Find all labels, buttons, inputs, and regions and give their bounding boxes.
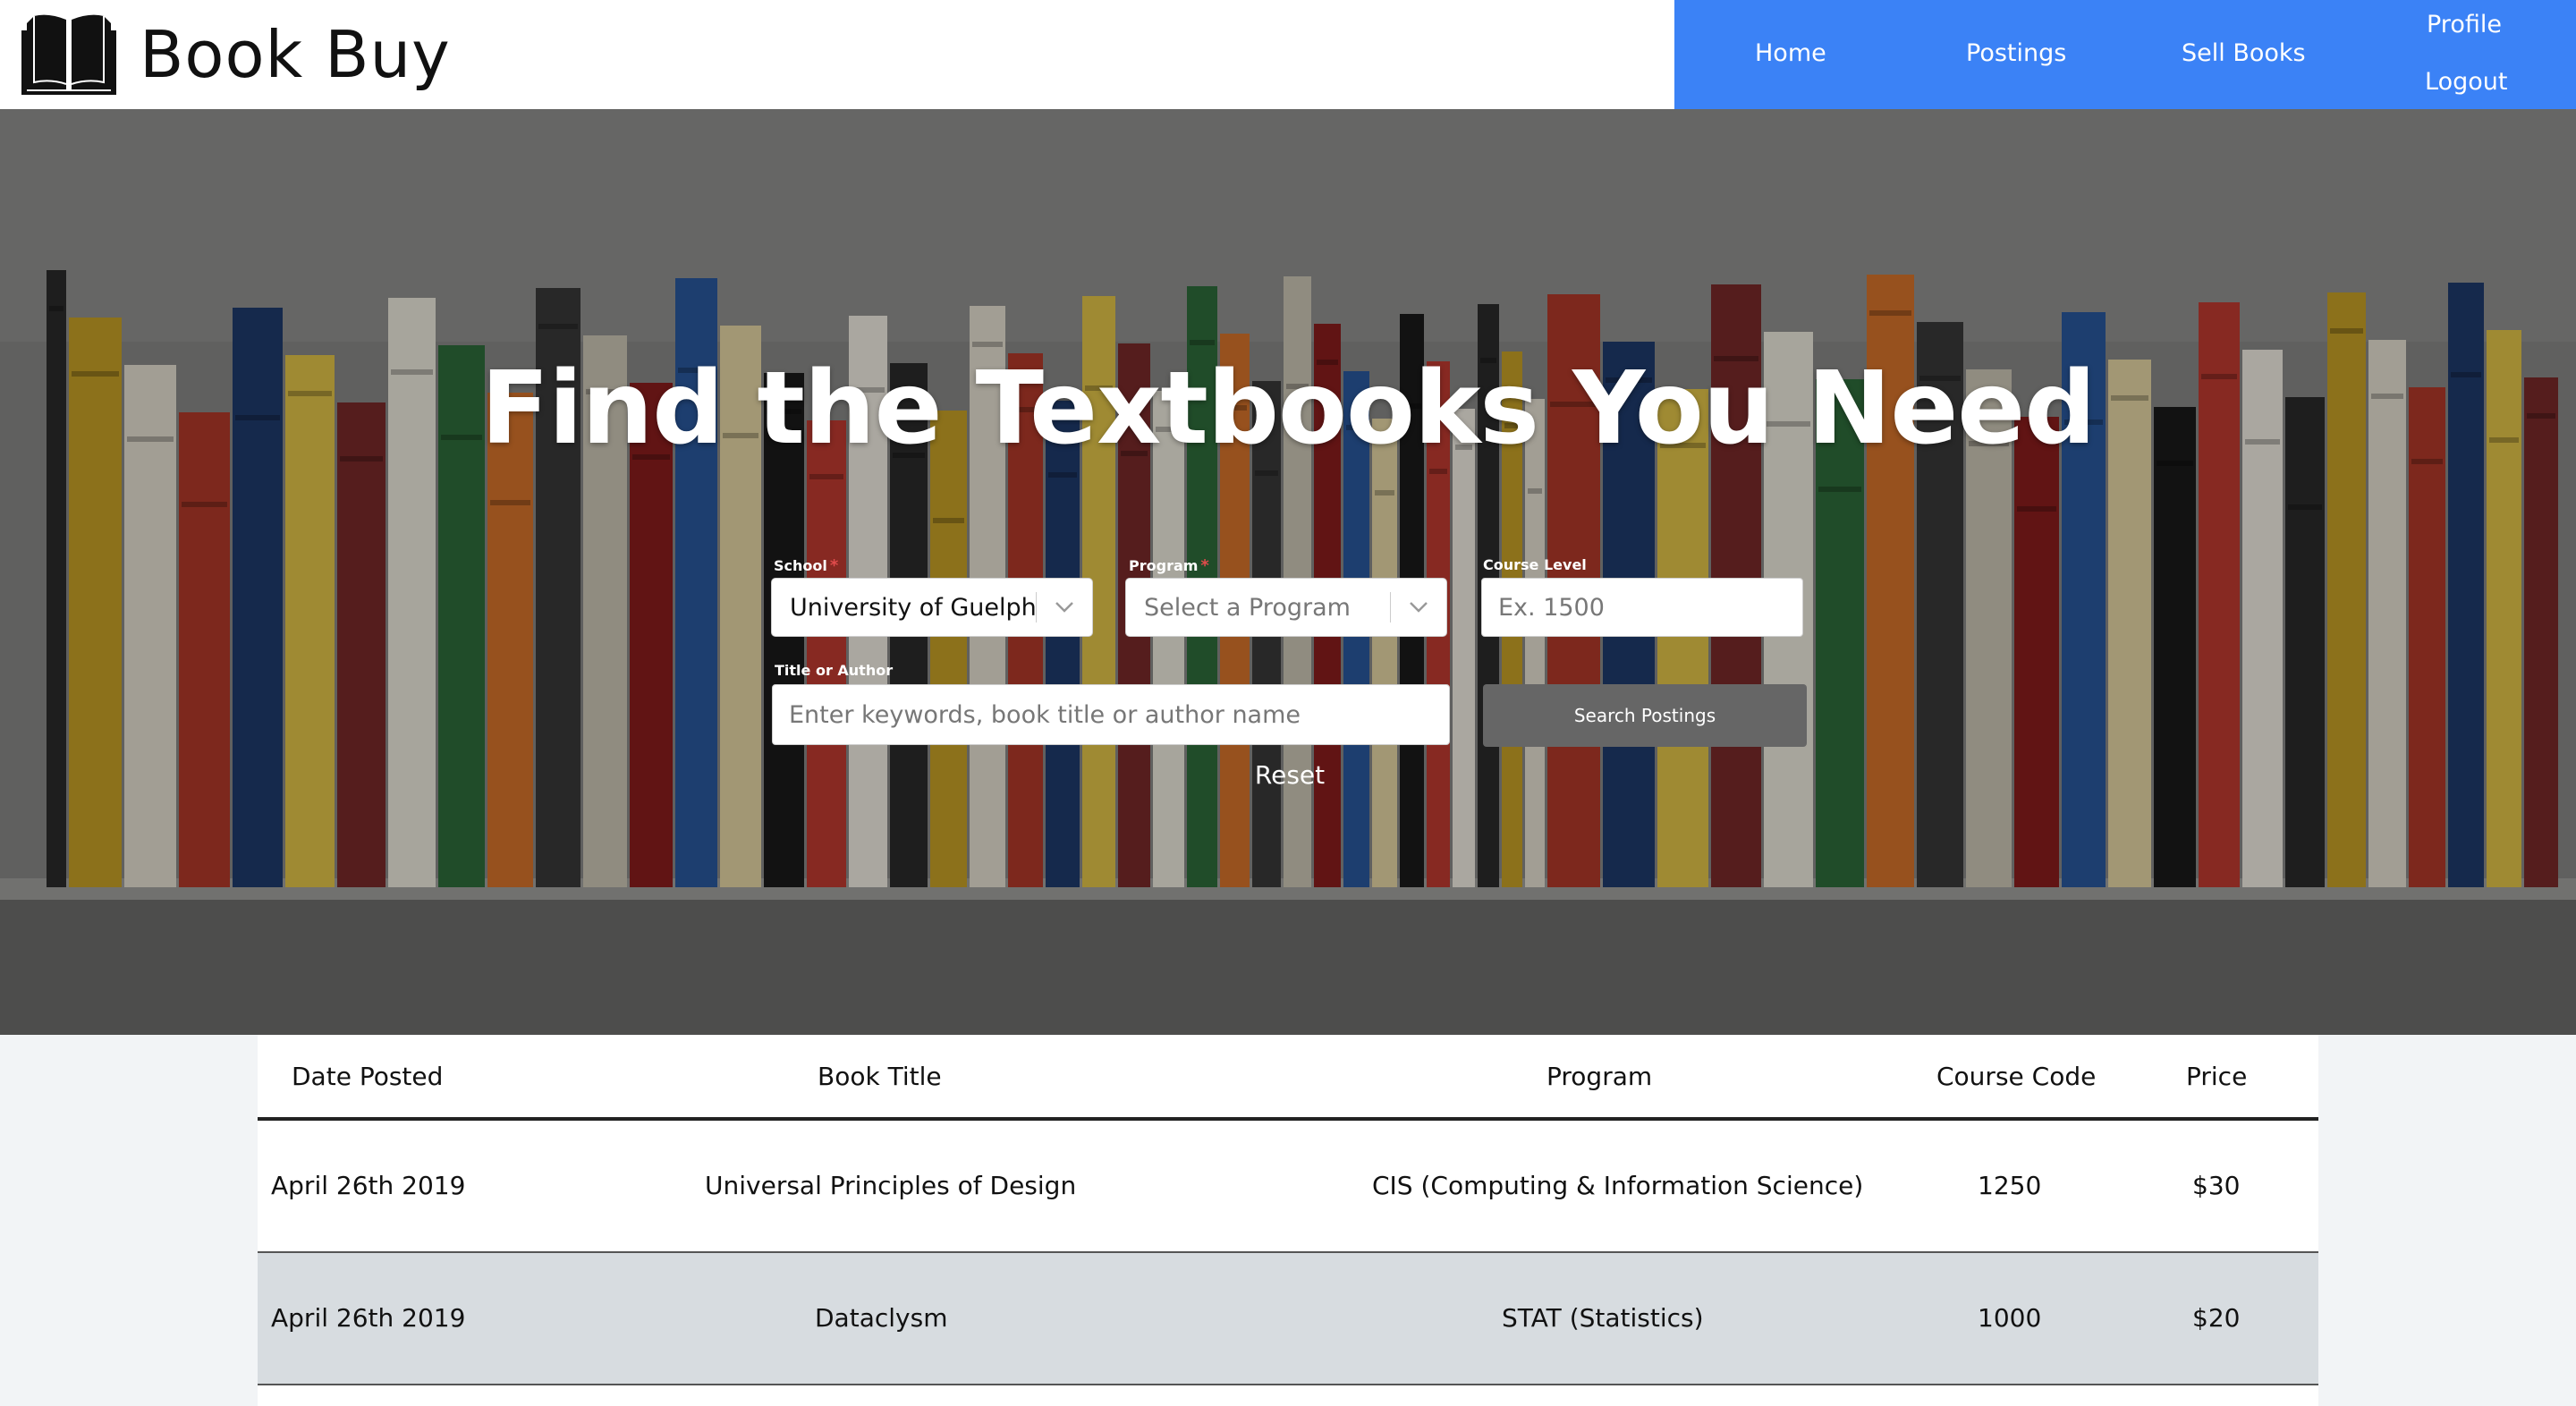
title-author-label: Title or Author xyxy=(775,662,894,679)
school-label: School * xyxy=(774,556,839,575)
cell-title: Universal Principles of Design xyxy=(705,1171,1077,1200)
nav-home-link[interactable]: Home xyxy=(1755,39,1826,67)
reset-link[interactable]: Reset xyxy=(1236,760,1343,790)
nav-logout-link[interactable]: Logout xyxy=(2425,68,2507,96)
column-header-program[interactable]: Program xyxy=(1546,1062,1652,1091)
cell-course-code: 1000 xyxy=(1978,1303,2042,1333)
cell-date: April 26th 2019 xyxy=(271,1303,466,1333)
hero-title: Find the Textbooks You Need xyxy=(480,351,2097,467)
column-header-course-code[interactable]: Course Code xyxy=(1936,1062,2096,1091)
open-book-icon xyxy=(21,11,116,99)
postings-table: Date Posted Book Title Program Course Co… xyxy=(258,1035,2318,1406)
required-marker: * xyxy=(829,556,839,575)
chevron-down-icon xyxy=(1391,601,1446,614)
cell-price: $30 xyxy=(2192,1171,2241,1200)
chevron-down-icon xyxy=(1037,601,1092,614)
title-author-input[interactable] xyxy=(772,684,1450,745)
table-header-row: Date Posted Book Title Program Course Co… xyxy=(258,1035,2318,1121)
course-level-label: Course Level xyxy=(1483,556,1587,573)
course-level-input[interactable] xyxy=(1481,578,1803,637)
cell-price: $20 xyxy=(2192,1303,2241,1333)
column-header-price[interactable]: Price xyxy=(2186,1062,2247,1091)
column-header-date[interactable]: Date Posted xyxy=(292,1062,443,1091)
table-row[interactable]: April 26th 2019 Dataclysm STAT (Statisti… xyxy=(258,1253,2318,1385)
bookshelf-background xyxy=(0,109,2576,1035)
program-select-placeholder: Select a Program xyxy=(1144,593,1351,622)
cell-title: Dataclysm xyxy=(815,1303,948,1333)
search-postings-button[interactable]: Search Postings xyxy=(1483,684,1807,747)
cell-program: STAT (Statistics) xyxy=(1502,1303,1704,1333)
nav-postings-link[interactable]: Postings xyxy=(1966,39,2066,67)
school-select[interactable]: University of Guelph xyxy=(771,578,1093,637)
school-select-value: University of Guelph xyxy=(790,593,1036,622)
main-nav: Home Postings Sell Books Profile Logout xyxy=(1674,0,2576,109)
nav-profile-link[interactable]: Profile xyxy=(2427,11,2502,38)
required-marker: * xyxy=(1200,556,1209,575)
nav-sell-books-link[interactable]: Sell Books xyxy=(2182,39,2306,67)
brand[interactable]: Book Buy xyxy=(21,11,451,98)
top-bar: Book Buy Home Postings Sell Books Profil… xyxy=(0,0,2576,109)
hero-banner: Find the Textbooks You Need School * Univ… xyxy=(0,109,2576,1035)
program-select[interactable]: Select a Program xyxy=(1125,578,1447,637)
table-row[interactable]: April 26th 2019 Universal Principles of … xyxy=(258,1121,2318,1253)
cell-program: CIS (Computing & Information Science) xyxy=(1372,1171,1864,1200)
cell-course-code: 1250 xyxy=(1978,1171,2042,1200)
cell-date: April 26th 2019 xyxy=(271,1171,466,1200)
brand-name: Book Buy xyxy=(140,17,451,92)
column-header-title[interactable]: Book Title xyxy=(818,1062,942,1091)
program-label: Program * xyxy=(1129,556,1209,575)
